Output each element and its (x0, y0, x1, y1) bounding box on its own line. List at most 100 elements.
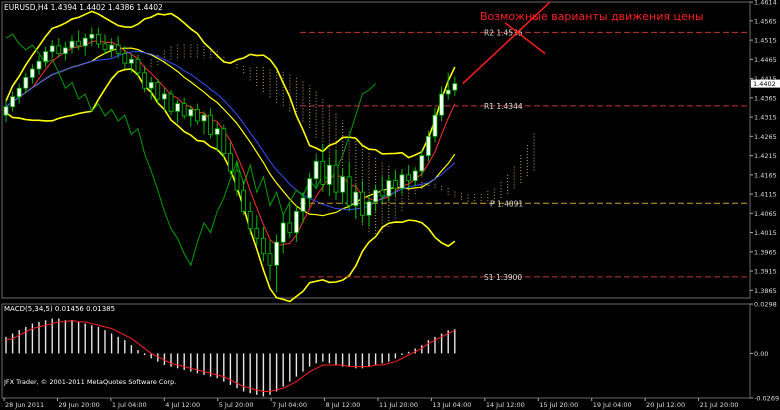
candle (340, 169, 346, 204)
candle-body (102, 43, 108, 51)
candle (241, 180, 247, 216)
candle-body (135, 58, 141, 74)
candle-body (142, 72, 148, 89)
candle (333, 149, 339, 200)
candle-body (346, 176, 352, 207)
price-tick-label: 1.4215 (754, 152, 777, 160)
candle (43, 46, 48, 68)
candle-body (425, 135, 431, 156)
candle-body (254, 228, 260, 239)
candle-body (412, 170, 418, 182)
candle-body (36, 60, 42, 70)
candle-body (340, 176, 346, 193)
candle (432, 107, 438, 143)
candle-body (63, 47, 68, 54)
candle (346, 161, 352, 212)
candle (10, 91, 16, 112)
candle-body (115, 44, 121, 54)
candle-body (89, 33, 95, 39)
candle (313, 153, 319, 189)
candle (82, 33, 88, 56)
candle (194, 103, 200, 125)
pivot-label-p: P 1.4091 (490, 199, 523, 208)
candle-body (69, 40, 75, 49)
time-tick-label: 5 Jul 20:00 (219, 401, 254, 409)
time-tick-label: 21 Jul 20:00 (700, 401, 739, 409)
candle (16, 83, 22, 104)
time-tick-label: 28 Jun 2011 (5, 401, 44, 409)
candle-body (452, 83, 458, 91)
candle-body (194, 108, 200, 122)
candle-body (307, 178, 313, 199)
price-tick-label: 1.4315 (754, 114, 777, 122)
candle (201, 111, 207, 135)
candle-body (260, 237, 266, 255)
time-tick-label: 19 Jul 04:00 (593, 401, 632, 409)
time-tick-label: 4 Jul 12:00 (165, 401, 200, 409)
price-tick-label: 1.3965 (754, 248, 777, 256)
candle (214, 122, 220, 152)
candle (366, 195, 372, 227)
candle-body (234, 170, 240, 191)
price-tick-label: 1.4115 (754, 191, 777, 199)
candle (89, 27, 95, 46)
candle (109, 38, 114, 58)
candle-body (96, 33, 101, 45)
candle-body (109, 44, 114, 51)
pivot-label-r1: R1 1.4344 (484, 102, 523, 111)
candle-body (445, 89, 451, 95)
candle (175, 99, 181, 123)
price-tick-label: 1.3865 (754, 287, 777, 295)
candle (274, 234, 280, 293)
candle-body (320, 160, 326, 185)
candle-body (161, 93, 167, 100)
candle (287, 203, 293, 239)
candle (49, 40, 55, 59)
candle (452, 76, 458, 96)
candle-body (353, 191, 359, 207)
time-tick-label: 7 Jul 04:00 (272, 401, 307, 409)
candle-body (419, 155, 425, 172)
candle (29, 64, 35, 84)
candle-body (221, 128, 227, 155)
price-tick-label: 1.4614 (754, 0, 777, 7)
candle-body (373, 189, 379, 203)
candle-body (300, 197, 306, 212)
candle (307, 172, 313, 208)
candle-body (175, 103, 181, 112)
time-tick-label: 29 Jun 20:00 (58, 401, 99, 409)
candle (56, 38, 62, 58)
time-tick-label: 14 Jul 12:00 (486, 401, 525, 409)
candle-body (148, 82, 154, 89)
candle (254, 215, 260, 247)
candle (142, 67, 148, 93)
chart-canvas: R2 1.4535R1 1.4344P 1.4091S1 1.3900 1.46… (1, 0, 780, 409)
candle-body (379, 189, 385, 197)
candle (69, 35, 75, 54)
price-tick-label: 1.4165 (754, 171, 777, 179)
price-tick-label: 1.4365 (754, 94, 777, 102)
candle (208, 108, 214, 139)
candle-body (392, 180, 398, 189)
candle (280, 215, 286, 254)
candle-body (168, 93, 174, 112)
time-tick-label: 15 Jul 20:00 (539, 401, 578, 409)
candle-body (439, 93, 445, 116)
candle-body (293, 210, 299, 233)
time-tick-label: 11 Jul 20:00 (379, 401, 418, 409)
candle (96, 27, 101, 48)
candle (23, 72, 29, 93)
candle (260, 226, 266, 262)
candle-body (201, 114, 207, 122)
candle-body (16, 87, 22, 98)
candle-body (155, 82, 161, 100)
price-tick-label: 1.4515 (754, 37, 777, 45)
current-price-label: 1.4402 (753, 80, 776, 88)
candle (353, 184, 359, 220)
candle-body (247, 210, 253, 230)
candle-body (227, 153, 233, 172)
candle-body (29, 68, 35, 78)
time-tick-label: 13 Jul 04:00 (432, 401, 471, 409)
candle (221, 124, 227, 158)
price-tick-label: 1.4265 (754, 133, 777, 141)
